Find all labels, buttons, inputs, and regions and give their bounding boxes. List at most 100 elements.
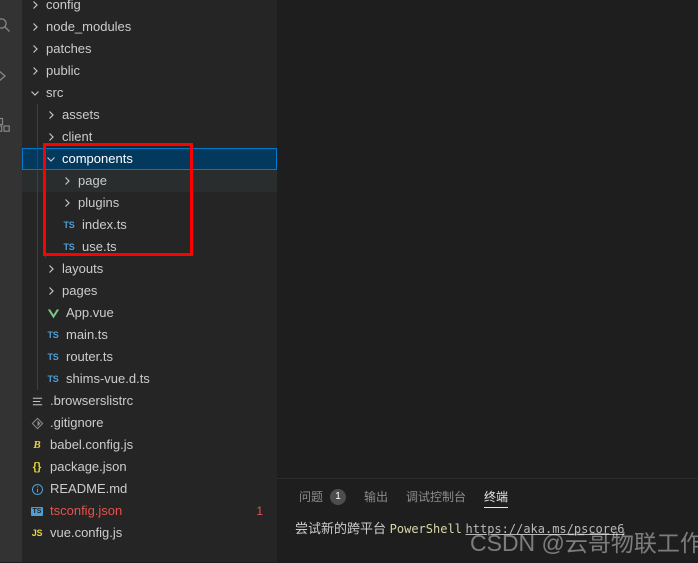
tree-item-label: tsconfig.json (50, 503, 123, 518)
tree-file-App.vue[interactable]: App.vue (22, 302, 277, 324)
run-debug-icon[interactable] (0, 63, 16, 89)
search-icon[interactable] (0, 12, 16, 38)
tree-item-label: package.json (50, 459, 127, 474)
panel-tab-bar[interactable]: 问题 1 输出 调试控制台 终端 (277, 479, 526, 514)
tree-folder-public[interactable]: public (22, 60, 277, 82)
chevron-down-icon[interactable] (44, 153, 58, 165)
tree-item-label: vue.config.js (50, 525, 123, 540)
tree-item-label: pages (62, 283, 98, 298)
tree-item-label: .browserslistrc (50, 393, 134, 408)
chevron-down-icon[interactable] (28, 87, 42, 99)
tree-file-index.ts[interactable]: TS index.ts (22, 214, 277, 236)
indent-guide (45, 214, 46, 236)
tree-folder-layouts[interactable]: layouts (22, 258, 277, 280)
tree-folder-assets[interactable]: assets (22, 104, 277, 126)
tree-folder-src[interactable]: src (22, 82, 277, 104)
ts-icon: TS (63, 220, 75, 230)
tree-file-shims-vue.d.ts[interactable]: TS shims-vue.d.ts (22, 368, 277, 390)
chevron-right-icon[interactable] (28, 21, 42, 33)
tree-file-.gitignore[interactable]: .gitignore (22, 412, 277, 434)
tree-folder-plugins[interactable]: plugins (22, 192, 277, 214)
indent-guide (37, 214, 38, 236)
tree-item-label: main.ts (66, 327, 108, 342)
tree-item-label: use.ts (82, 239, 117, 254)
indent-guide (37, 236, 38, 258)
chevron-right-icon[interactable] (44, 131, 58, 143)
tree-file-.browserslistrc[interactable]: .browserslistrc (22, 390, 277, 412)
terminal-product: PowerShell (389, 522, 462, 536)
problems-count-badge: 1 (330, 488, 347, 505)
tree-file-package.json[interactable]: {} package.json (22, 456, 277, 478)
tree-file-router.ts[interactable]: TS router.ts (22, 346, 277, 368)
tab-terminal[interactable]: 终端 (484, 479, 509, 514)
tree-item-label: client (62, 129, 93, 144)
chevron-right-icon[interactable] (28, 0, 42, 11)
chevron-right-icon[interactable] (44, 263, 58, 275)
chevron-right-icon[interactable] (28, 43, 42, 55)
tree-folder-pages[interactable]: pages (22, 280, 277, 302)
vscode-window: config node_modulespatches public src assets… (0, 0, 698, 563)
git-icon (28, 417, 46, 430)
tree-item-label: patches (46, 41, 92, 56)
editor-area[interactable] (277, 0, 698, 478)
tree-item-label: components (62, 151, 133, 166)
indent-guide (37, 258, 38, 280)
tree-file-README.md[interactable]: README.md (22, 478, 277, 500)
ts-icon: TS (47, 374, 59, 384)
js-icon: JS (31, 528, 43, 538)
error-count-badge: 1 (256, 504, 263, 518)
indent-guide (37, 324, 38, 346)
tree-folder-node_modules[interactable]: node_modules (22, 16, 277, 38)
bottom-panel: 问题 1 输出 调试控制台 终端 尝试新的跨平台 PowerShell https://… (277, 478, 698, 563)
vue-icon (44, 307, 62, 320)
tree-item-label: src (46, 85, 64, 100)
terminal-url[interactable]: https://aka.ms/pscore6 (466, 522, 625, 536)
ts-icon: TS (63, 242, 75, 252)
chevron-right-icon[interactable] (60, 197, 74, 209)
indent-guide (37, 280, 38, 302)
tab-output[interactable]: 输出 (364, 479, 388, 514)
indent-guide (37, 170, 38, 192)
tree-folder-components[interactable]: components (22, 148, 277, 170)
chevron-right-icon[interactable] (44, 285, 58, 297)
tree-file-tsconfig.json[interactable]: TS tsconfig.json 1 (22, 500, 277, 522)
tab-debug-console[interactable]: 调试控制台 (406, 479, 466, 514)
ts-icon: TS (47, 352, 59, 362)
tree-folder-config[interactable]: config (22, 0, 277, 16)
tree-folder-client[interactable]: client (22, 126, 277, 148)
explorer-sidebar[interactable]: config node_modulespatches public src assets… (22, 0, 277, 562)
tree-item-label: App.vue (66, 305, 114, 320)
indent-guide (37, 148, 38, 170)
tree-item-label: node_modules (46, 19, 132, 34)
tree-folder-page[interactable]: page (22, 170, 277, 192)
json-icon: {} (32, 461, 42, 473)
tree-item-label: plugins (78, 195, 120, 210)
tree-item-label: public (46, 63, 80, 78)
tree-file-main.ts[interactable]: TS main.ts (22, 324, 277, 346)
tree-file-use.ts[interactable]: TS use.ts (22, 236, 277, 258)
indent-guide (37, 302, 38, 324)
tree-item-label: index.ts (82, 217, 127, 232)
panel-tab-label: 终端 (484, 490, 509, 504)
tree-item-label: router.ts (66, 349, 113, 364)
indent-guide (37, 192, 38, 214)
tree-file-babel.config.js[interactable]: Bbabel.config.js (22, 434, 277, 456)
chevron-right-icon[interactable] (60, 175, 74, 187)
tree-item-label: page (78, 173, 107, 188)
chevron-right-icon[interactable] (44, 109, 58, 121)
chevron-right-icon[interactable] (28, 65, 42, 77)
list-icon (28, 395, 46, 408)
tree-item-label: assets (62, 107, 100, 122)
extensions-icon[interactable] (0, 112, 16, 138)
indent-guide (37, 368, 38, 390)
terminal-output[interactable]: 尝试新的跨平台 PowerShell https://aka.ms/pscore… (277, 519, 698, 563)
tree-folder-patches[interactable]: patches (22, 38, 277, 60)
panel-tab-label: 问题 (299, 490, 324, 504)
indent-guide (37, 104, 38, 126)
tab-problems[interactable]: 问题 1 (299, 479, 347, 514)
indent-guide (45, 192, 46, 214)
indent-guide (45, 170, 46, 192)
babel-icon: B (33, 439, 41, 451)
tree-file-vue.config.js[interactable]: JS vue.config.js (22, 522, 277, 544)
tsconfig-icon: TS (30, 506, 44, 516)
